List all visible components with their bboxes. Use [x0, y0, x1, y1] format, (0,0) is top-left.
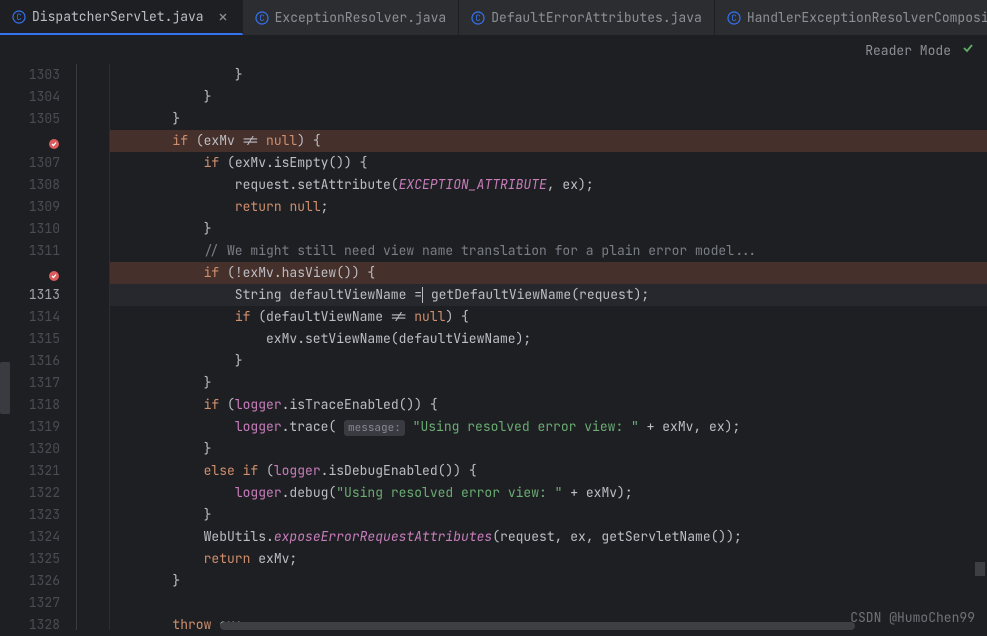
line-number: 1316 [0, 350, 68, 372]
code-line: if (exMv.isEmpty()) { [110, 152, 987, 174]
tab-handler-exception-resolver[interactable]: C HandlerExceptionResolverComposi [715, 0, 987, 35]
svg-text:C: C [259, 12, 264, 24]
breakpoint-icon[interactable] [48, 267, 60, 279]
line-number: 1313 [0, 284, 68, 306]
line-number: 1305 [0, 108, 68, 130]
code-line: } [110, 438, 987, 460]
reader-mode-label[interactable]: Reader Mode [865, 42, 951, 59]
param-hint: message: [344, 420, 405, 436]
tab-label: ExceptionResolver.java [275, 9, 447, 26]
line-number: 1319 [0, 416, 68, 438]
line-number: 1308 [0, 174, 68, 196]
line-number: 1307 [0, 152, 68, 174]
breakpoint-icon[interactable] [48, 135, 60, 147]
line-number: 1309 [0, 196, 68, 218]
code-line: else if (logger.isDebugEnabled()) { [110, 460, 987, 482]
line-number [0, 130, 68, 152]
line-number: 1310 [0, 218, 68, 240]
line-number: 1311 [0, 240, 68, 262]
code-line: } [110, 504, 987, 526]
tab-label: DefaultErrorAttributes.java [491, 9, 702, 26]
line-number: 1328 [0, 614, 68, 636]
code-line: } [110, 350, 987, 372]
line-number: 1318 [0, 394, 68, 416]
line-number: 1321 [0, 460, 68, 482]
svg-text:C: C [476, 12, 481, 24]
code-line: WebUtils.exposeErrorRequestAttributes(re… [110, 526, 987, 548]
code-line: // We might still need view name transla… [110, 240, 987, 262]
class-icon: C [727, 11, 741, 25]
line-number: 1303 [0, 64, 68, 86]
code-line: if (logger.isTraceEnabled()) { [110, 394, 987, 416]
horizontal-scrollbar[interactable] [220, 622, 855, 630]
line-number: 1315 [0, 328, 68, 350]
close-icon[interactable] [216, 10, 230, 24]
line-number [0, 262, 68, 284]
tab-label: HandlerExceptionResolverComposi [747, 9, 987, 26]
editor-tabs: C DispatcherServlet.java C ExceptionReso… [0, 0, 987, 36]
class-icon: C [255, 11, 269, 25]
code-line: } [110, 570, 987, 592]
code-line: request.setAttribute(EXCEPTION_ATTRIBUTE… [110, 174, 987, 196]
tab-exception-resolver[interactable]: C ExceptionResolver.java [243, 0, 460, 35]
line-number-gutter: 1303 1304 1305 1307 1308 1309 1310 1311 … [0, 64, 68, 630]
line-number: 1320 [0, 438, 68, 460]
reader-mode-bar: Reader Mode [0, 36, 987, 64]
scrollbar-mark[interactable] [975, 562, 985, 576]
check-icon[interactable] [961, 41, 975, 59]
class-icon: C [471, 11, 485, 25]
code-line: } [110, 64, 987, 86]
watermark: CSDN @HumoChen99 [850, 609, 975, 626]
tab-default-error-attributes[interactable]: C DefaultErrorAttributes.java [459, 0, 715, 35]
code-line: String defaultViewName = getDefaultViewN… [110, 284, 987, 306]
code-editor[interactable]: 1303 1304 1305 1307 1308 1309 1310 1311 … [0, 64, 987, 630]
svg-text:C: C [731, 12, 736, 24]
code-area[interactable]: } } } if (exMv != null) { if (exMv.isEmp… [110, 64, 987, 630]
line-number: 1304 [0, 86, 68, 108]
code-line: exMv.setViewName(defaultViewName); [110, 328, 987, 350]
line-number: 1322 [0, 482, 68, 504]
fold-gutter [68, 64, 110, 630]
svg-text:C: C [16, 11, 21, 23]
line-number: 1314 [0, 306, 68, 328]
line-number: 1317 [0, 372, 68, 394]
line-number: 1323 [0, 504, 68, 526]
code-line: } [110, 86, 987, 108]
line-number: 1324 [0, 526, 68, 548]
line-number: 1326 [0, 570, 68, 592]
class-icon: C [12, 10, 26, 24]
code-line: } [110, 218, 987, 240]
code-line: if (exMv != null) { [110, 130, 987, 152]
tab-label: DispatcherServlet.java [32, 8, 204, 25]
code-line: } [110, 108, 987, 130]
code-line: logger.trace( message: "Using resolved e… [110, 416, 987, 438]
code-line: return exMv; [110, 548, 987, 570]
code-line: } [110, 372, 987, 394]
tab-dispatcher-servlet[interactable]: C DispatcherServlet.java [0, 0, 243, 35]
code-line: if (defaultViewName != null) { [110, 306, 987, 328]
code-line: if (!exMv.hasView()) { [110, 262, 987, 284]
code-line: logger.debug("Using resolved error view:… [110, 482, 987, 504]
line-number: 1325 [0, 548, 68, 570]
code-line: return null; [110, 196, 987, 218]
line-number: 1327 [0, 592, 68, 614]
